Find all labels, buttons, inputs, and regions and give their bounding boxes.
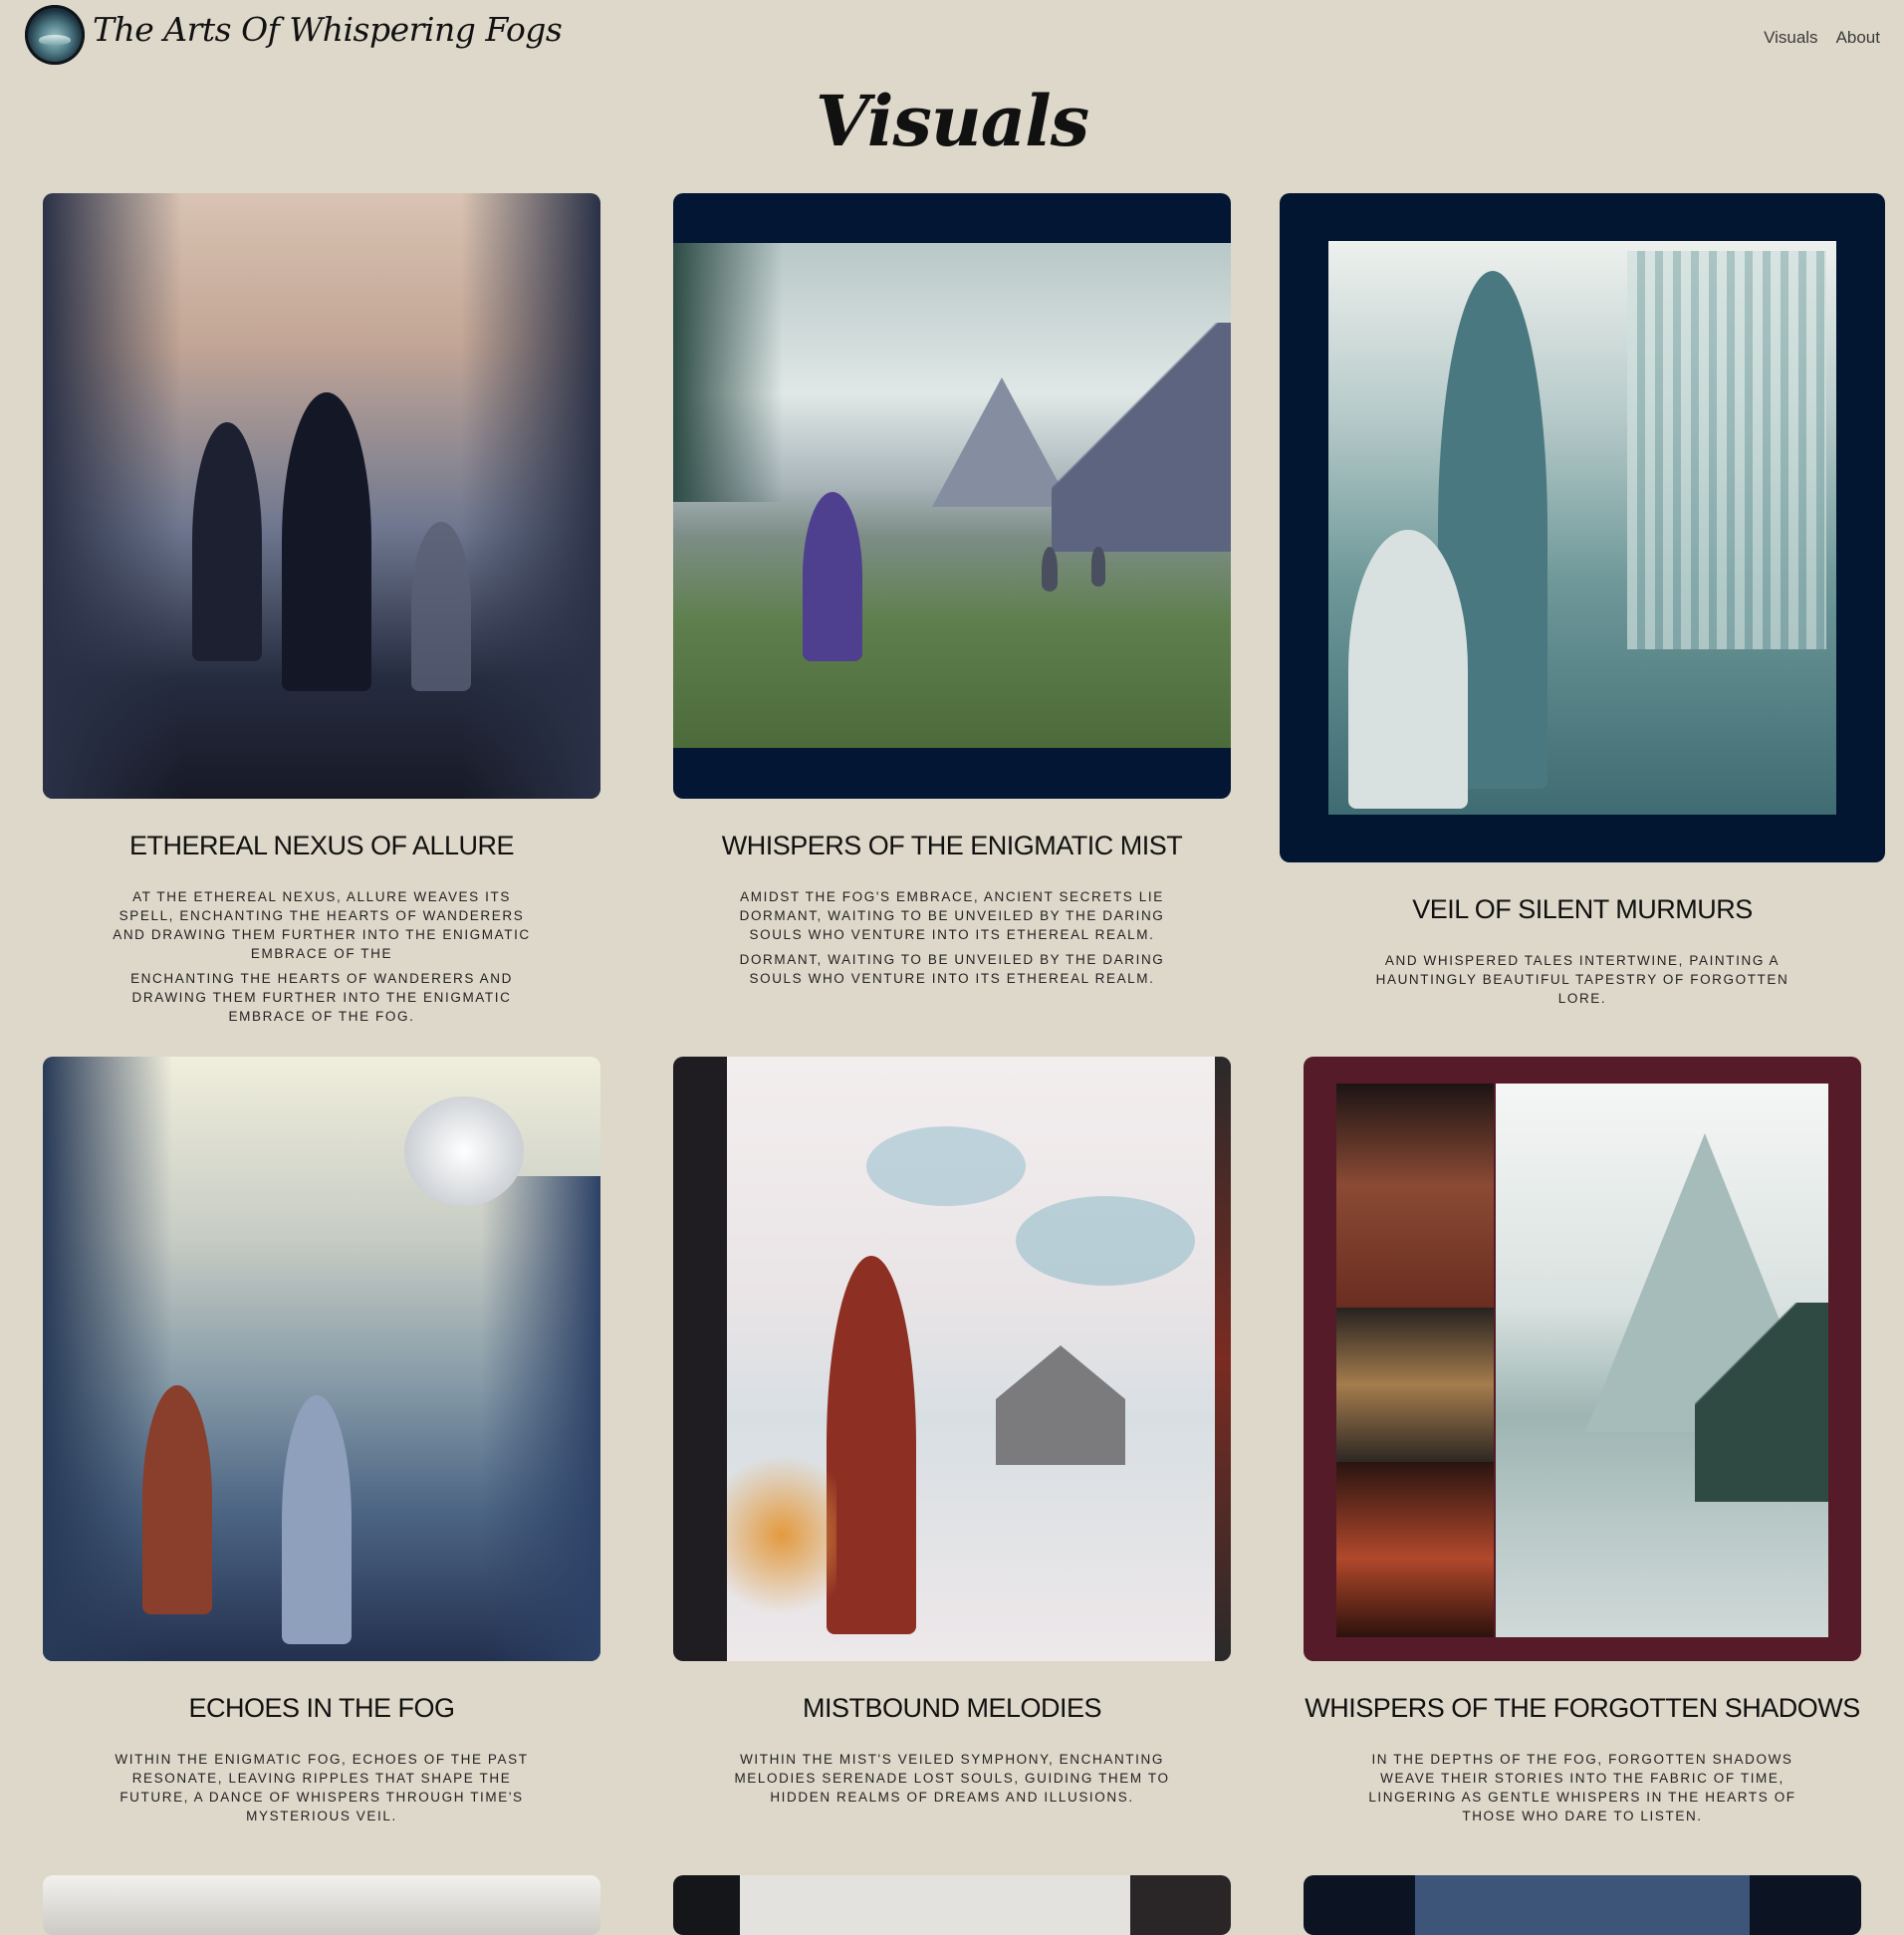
nav-visuals-link[interactable]: Visuals — [1764, 28, 1818, 48]
site-logo[interactable] — [25, 5, 85, 65]
main-nav: Visuals About — [1764, 28, 1880, 48]
card-description: AMIDST THE FOG'S EMBRACE, ANCIENT SECRET… — [739, 889, 1165, 986]
gallery-card: MISTBOUND MELODIES WITHIN THE MIST'S VEI… — [673, 1057, 1231, 1853]
card-title: ETHEREAL NEXUS OF ALLURE — [128, 831, 515, 860]
card-description: WITHIN THE ENIGMATIC FOG, ECHOES OF THE … — [115, 1752, 529, 1823]
artwork-image[interactable] — [43, 1057, 600, 1661]
nav-about-link[interactable]: About — [1836, 28, 1880, 48]
artwork-image[interactable] — [673, 1057, 1231, 1661]
artwork-image[interactable] — [1304, 1057, 1861, 1661]
site-title[interactable]: The Arts Of Whispering Fogs — [93, 10, 563, 49]
card-description: WITHIN THE MIST'S VEILED SYMPHONY, ENCHA… — [734, 1752, 1170, 1805]
artwork-image[interactable] — [43, 1875, 600, 1935]
gallery-card: WHISPERS OF THE ENIGMATIC MIST AMIDST TH… — [673, 193, 1231, 1020]
artwork-image[interactable] — [1304, 1875, 1861, 1935]
artwork-image[interactable] — [43, 193, 600, 799]
artwork-image[interactable] — [673, 193, 1231, 799]
card-title: ECHOES IN THE FOG — [188, 1693, 455, 1723]
gallery-card: ECHOES IN THE FOG WITHIN THE ENIGMATIC F… — [43, 1057, 600, 1853]
gallery-card: WHISPERS OF THE FORGOTTEN SHADOWS IN THE… — [1304, 1057, 1861, 1853]
card-title: VEIL OF SILENT MURMURS — [1412, 894, 1753, 924]
card-title: MISTBOUND MELODIES — [802, 1693, 1102, 1723]
site-header: The Arts Of Whispering Fogs Visuals Abou… — [0, 0, 1904, 76]
card-title: WHISPERS OF THE FORGOTTEN SHADOWS — [1305, 1693, 1860, 1723]
card-title: WHISPERS OF THE ENIGMATIC MIST — [721, 831, 1183, 860]
page-title: Visuals — [815, 80, 1089, 162]
artwork-image[interactable] — [673, 1875, 1231, 1935]
card-description: AT THE ETHEREAL NEXUS, ALLURE WEAVES ITS… — [113, 889, 531, 1024]
gallery-card: VEIL OF SILENT MURMURS AND WHISPERED TAL… — [1280, 193, 1885, 1020]
gallery-card: ETHEREAL NEXUS OF ALLURE AT THE ETHEREAL… — [43, 193, 600, 1024]
card-description: IN THE DEPTHS OF THE FOG, FORGOTTEN SHAD… — [1368, 1752, 1796, 1823]
card-description: AND WHISPERED TALES INTERTWINE, PAINTING… — [1375, 953, 1789, 1006]
artwork-image[interactable] — [1280, 193, 1885, 862]
